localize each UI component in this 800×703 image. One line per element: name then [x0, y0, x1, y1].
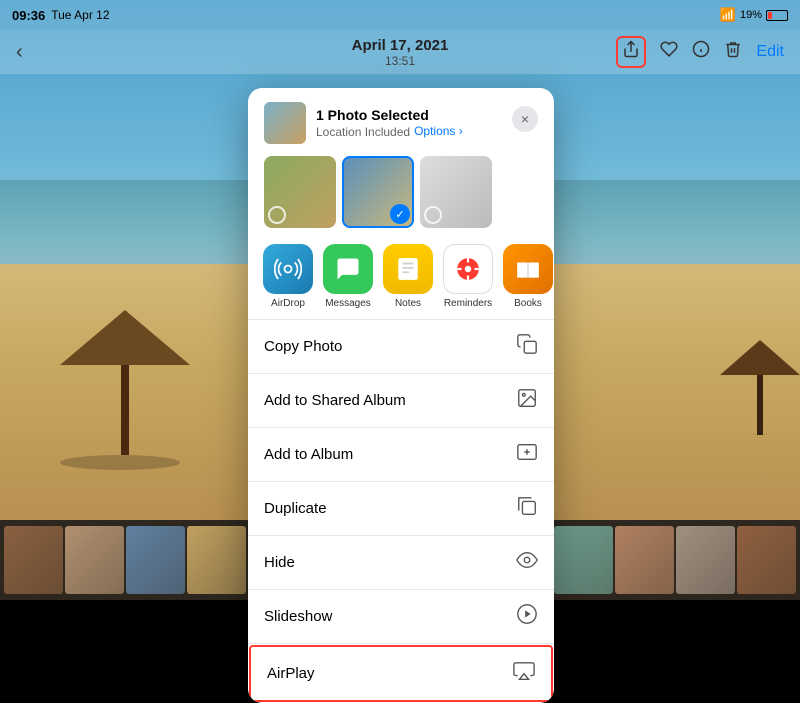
add-to-album-label: Add to Album — [264, 446, 353, 463]
airplay-icon — [513, 660, 535, 687]
duplicate-icon — [516, 495, 538, 522]
sheet-header-info: 1 Photo Selected Location Included Optio… — [264, 102, 463, 144]
edit-button[interactable]: Edit — [756, 43, 784, 61]
app-airdrop[interactable]: AirDrop — [258, 244, 318, 309]
battery-percent: 19% — [740, 9, 762, 21]
wifi-icon: 📶 — [720, 7, 736, 23]
duplicate-label: Duplicate — [264, 500, 327, 517]
sheet-subtitle: Location Included — [316, 125, 410, 139]
battery-fill — [768, 12, 772, 19]
copy-photo-icon — [516, 333, 538, 360]
app-notes[interactable]: Notes — [378, 244, 438, 309]
hide-icon — [516, 549, 538, 576]
photo-item-3[interactable] — [420, 156, 492, 228]
date-display: Tue Apr 12 — [51, 8, 109, 22]
hide-label: Hide — [264, 554, 295, 571]
info-button[interactable] — [692, 40, 710, 64]
sheet-thumbnail — [264, 102, 306, 144]
apps-row: AirDrop Messages Notes Reminders Books — [248, 238, 554, 320]
add-to-album-icon — [516, 441, 538, 468]
reminders-label: Reminders — [444, 298, 492, 309]
sheet-subtitle-row: Location Included Options › — [316, 123, 463, 139]
delete-button[interactable] — [724, 40, 742, 64]
messages-icon — [323, 244, 373, 294]
action-duplicate[interactable]: Duplicate — [248, 482, 554, 536]
sheet-header: 1 Photo Selected Location Included Optio… — [248, 88, 554, 144]
film-thumb-10[interactable] — [615, 526, 674, 594]
battery-icon — [766, 10, 788, 21]
action-hide[interactable]: Hide — [248, 536, 554, 590]
photo-select-circle-1 — [268, 206, 286, 224]
nav-bar: ‹ April 17, 2021 13:51 Edit — [0, 30, 800, 74]
film-thumb-1[interactable] — [65, 526, 124, 594]
photo-select-circle-3 — [424, 206, 442, 224]
film-thumb-2[interactable] — [126, 526, 185, 594]
share-button[interactable] — [616, 36, 646, 68]
close-button[interactable]: × — [512, 106, 538, 132]
slideshow-label: Slideshow — [264, 608, 332, 625]
status-left: 09:36 Tue Apr 12 — [12, 8, 110, 23]
nav-date: April 17, 2021 13:51 — [352, 37, 449, 68]
film-thumb-12[interactable] — [737, 526, 796, 594]
action-copy-photo[interactable]: Copy Photo — [248, 320, 554, 374]
hut-shadow — [60, 455, 180, 470]
action-airplay[interactable]: AirPlay — [249, 645, 553, 702]
sheet-options-link[interactable]: Options › — [414, 124, 463, 138]
status-right: 📶 19% — [720, 7, 788, 23]
books-label: Books — [514, 298, 542, 309]
favorite-button[interactable] — [660, 40, 678, 64]
nav-time-label: 13:51 — [352, 54, 449, 68]
app-messages[interactable]: Messages — [318, 244, 378, 309]
hut-right — [720, 340, 800, 435]
messages-label: Messages — [325, 298, 371, 309]
airdrop-label: AirDrop — [271, 298, 305, 309]
notes-label: Notes — [395, 298, 421, 309]
airdrop-icon — [263, 244, 313, 294]
notes-icon — [383, 244, 433, 294]
app-reminders[interactable]: Reminders — [438, 244, 498, 309]
film-thumb-3[interactable] — [187, 526, 246, 594]
action-slideshow[interactable]: Slideshow — [248, 590, 554, 644]
add-shared-album-label: Add to Shared Album — [264, 392, 406, 409]
photo-item-1[interactable] — [264, 156, 336, 228]
sheet-text-info: 1 Photo Selected Location Included Optio… — [316, 107, 463, 139]
time-display: 09:36 — [12, 8, 45, 23]
app-books[interactable]: Books — [498, 244, 554, 309]
photo-row: ✓ — [248, 144, 554, 238]
airplay-label: AirPlay — [267, 665, 315, 682]
share-sheet: 1 Photo Selected Location Included Optio… — [248, 88, 554, 703]
film-thumb-0[interactable] — [4, 526, 63, 594]
nav-right: Edit — [616, 36, 784, 68]
copy-photo-label: Copy Photo — [264, 338, 342, 355]
books-icon — [503, 244, 553, 294]
action-add-to-album[interactable]: Add to Album — [248, 428, 554, 482]
film-thumb-11[interactable] — [676, 526, 735, 594]
film-thumb-9[interactable] — [554, 526, 613, 594]
sheet-title: 1 Photo Selected — [316, 107, 463, 123]
back-button[interactable]: ‹ — [16, 41, 23, 64]
slideshow-icon — [516, 603, 538, 630]
add-shared-album-icon — [516, 387, 538, 414]
photo-checkmark-2: ✓ — [390, 204, 410, 224]
reminders-icon — [443, 244, 493, 294]
action-add-shared-album[interactable]: Add to Shared Album — [248, 374, 554, 428]
hut-left — [60, 310, 190, 455]
photo-item-2[interactable]: ✓ — [342, 156, 414, 228]
action-list: Copy Photo Add to Shared Album Add to Al… — [248, 320, 554, 702]
status-bar: 09:36 Tue Apr 12 📶 19% — [0, 0, 800, 30]
nav-date-label: April 17, 2021 — [352, 37, 449, 54]
nav-left: ‹ — [16, 41, 23, 64]
